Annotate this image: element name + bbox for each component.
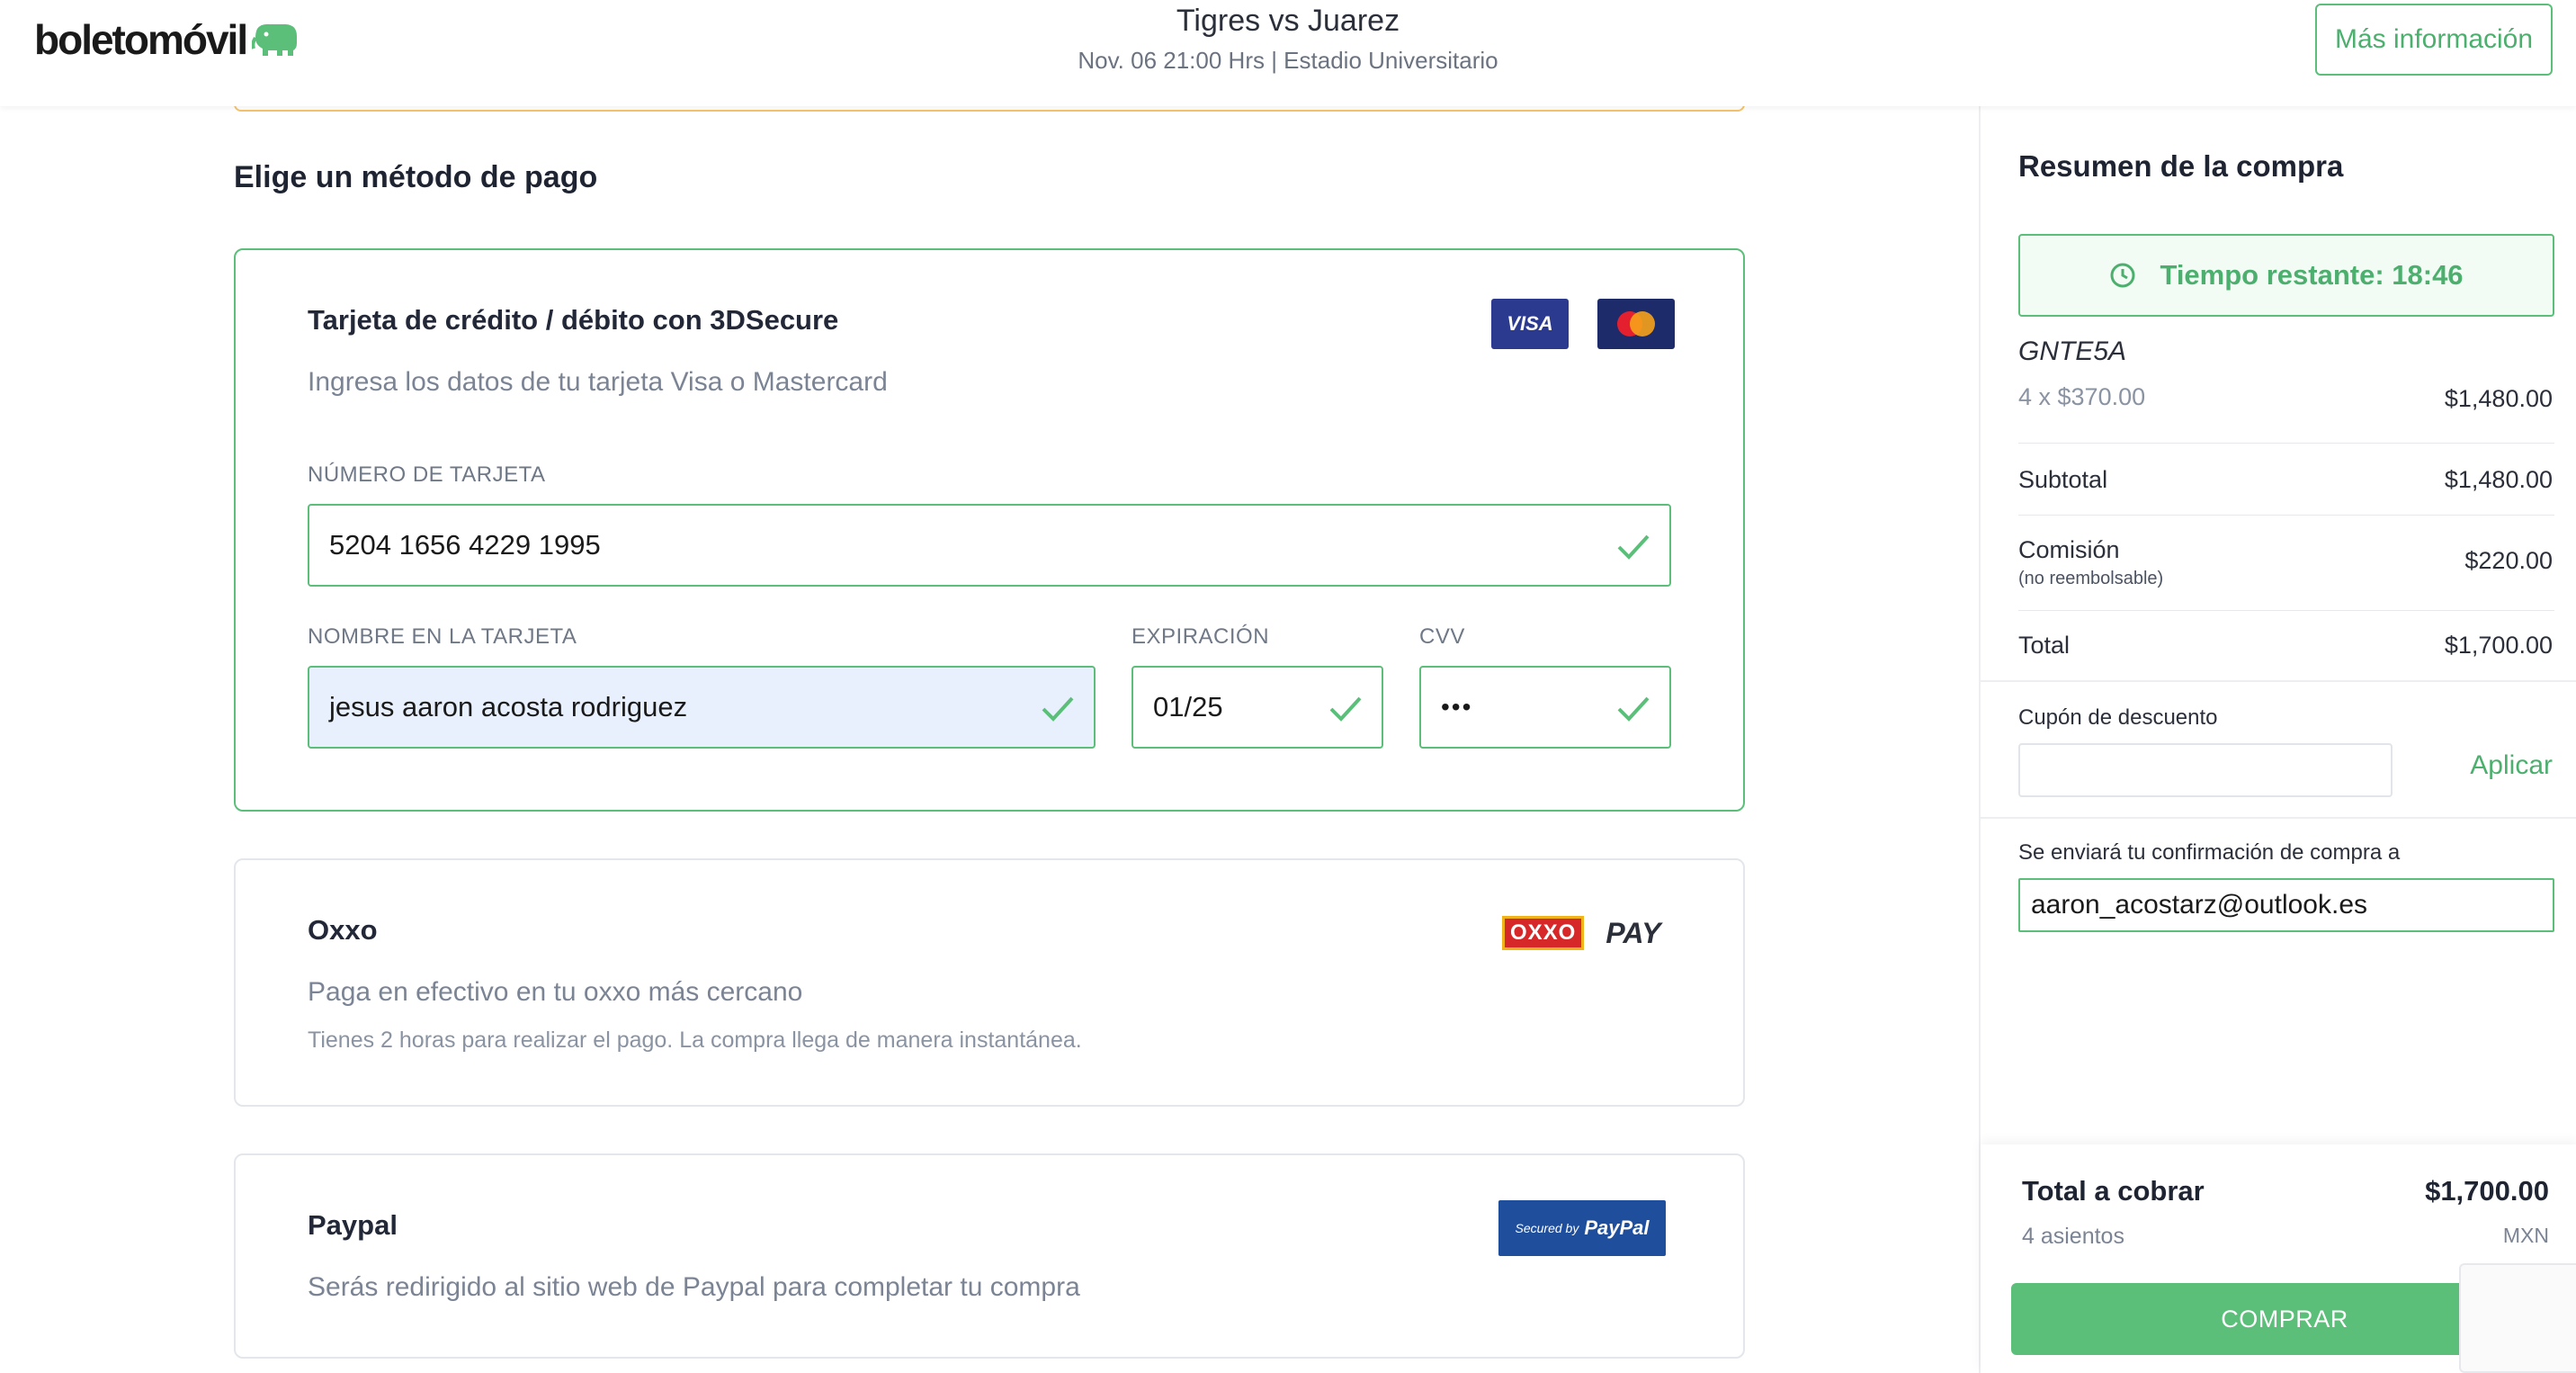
card-payment-option[interactable]: Tarjeta de crédito / débito con 3DSecure… [234, 248, 1745, 812]
card-option-title: Tarjeta de crédito / débito con 3DSecure [308, 304, 839, 336]
divider [1981, 817, 2576, 819]
cvv-input[interactable]: ••• [1419, 666, 1671, 749]
fee-note: (no reembolsable) [2018, 569, 2164, 588]
cvv-value: ••• [1441, 693, 1473, 721]
paypal-payment-option[interactable]: Paypal Serás redirigido al sitio web de … [234, 1153, 1745, 1359]
check-icon [1617, 534, 1650, 560]
more-info-button[interactable]: Más información [2315, 4, 2553, 76]
coupon-label: Cupón de descuento [2018, 705, 2218, 730]
oxxo-pay-logo: OXXO PAY [1502, 911, 1660, 956]
seat-count: 4 asientos [2022, 1224, 2124, 1249]
card-option-description: Ingresa los datos de tu tarjeta Visa o M… [308, 367, 888, 397]
charge-value: $1,700.00 [2425, 1175, 2549, 1207]
expiration-label: EXPIRACIÓN [1131, 624, 1270, 649]
card-name-value: jesus aaron acosta rodriguez [329, 691, 688, 722]
oxxo-logo-text: OXXO [1502, 916, 1585, 950]
paypal-secured-badge: Secured by PayPal [1498, 1200, 1666, 1256]
subtotal-label: Subtotal [2018, 466, 2108, 493]
fee-label: Comisión [2018, 536, 2120, 563]
divider [2018, 515, 2554, 516]
check-icon [1329, 696, 1362, 722]
paypal-option-title: Paypal [308, 1209, 398, 1241]
card-name-label: NOMBRE EN LA TARJETA [308, 624, 577, 649]
email-value: aaron_acostarz@outlook.es [2031, 890, 2368, 920]
summary-title: Resumen de la compra [2018, 149, 2344, 183]
apply-coupon-button[interactable]: Aplicar [2470, 750, 2553, 781]
visa-icon: VISA [1491, 299, 1569, 349]
ticket-amount: $1,480.00 [2444, 385, 2553, 412]
ticket-quantity: 4 x $370.00 [2018, 383, 2146, 410]
oxxo-option-title: Oxxo [308, 914, 378, 946]
card-number-value: 5204 1656 4229 1995 [329, 529, 601, 561]
subtotal-value: $1,480.00 [2444, 466, 2553, 493]
event-subtitle: Nov. 06 21:00 Hrs | Estadio Universitari… [1078, 47, 1498, 74]
oxxo-option-description: Paga en efectivo en tu oxxo más cercano [308, 977, 803, 1007]
clock-icon [2110, 263, 2135, 288]
check-icon [1042, 696, 1074, 722]
charge-label: Total a cobrar [2022, 1175, 2205, 1207]
pay-logo-text: PAY [1606, 916, 1661, 949]
confirmation-label: Se enviará tu confirmación de compra a [2018, 840, 2401, 865]
divider [2018, 610, 2554, 611]
oxxo-option-note: Tienes 2 horas para realizar el pago. La… [308, 1028, 1082, 1053]
time-remaining-text: Tiempo restante: 18:46 [2160, 259, 2464, 291]
card-number-input[interactable]: 5204 1656 4229 1995 [308, 504, 1671, 587]
top-header: boletomóvil Tigres vs Juarez Nov. 06 21:… [0, 0, 2576, 106]
mastercard-icon [1597, 299, 1675, 349]
email-input[interactable]: aaron_acostarz@outlook.es [2018, 878, 2554, 932]
total-label: Total [2018, 632, 2071, 659]
seat-zone: GNTE5A [2018, 337, 2127, 366]
fee-value: $220.00 [2464, 547, 2553, 574]
card-number-label: NÚMERO DE TARJETA [308, 462, 546, 487]
expiration-value: 01/25 [1153, 691, 1223, 722]
check-icon [1617, 696, 1650, 722]
payment-method-heading: Elige un método de pago [234, 160, 598, 194]
total-value: $1,700.00 [2444, 632, 2553, 659]
expiration-input[interactable]: 01/25 [1131, 666, 1383, 749]
recaptcha-badge[interactable] [2459, 1263, 2576, 1373]
divider [2018, 443, 2554, 444]
divider [1981, 680, 2576, 682]
purchase-summary-panel: Resumen de la compra Tiempo restante: 18… [1979, 106, 2576, 1373]
event-title: Tigres vs Juarez [1176, 4, 1400, 38]
paypal-badge-prefix: Secured by [1515, 1221, 1579, 1235]
paypal-option-description: Serás redirigido al sitio web de Paypal … [308, 1272, 1080, 1302]
cvv-label: CVV [1419, 624, 1465, 649]
coupon-input[interactable] [2018, 743, 2393, 797]
oxxo-payment-option[interactable]: Oxxo Paga en efectivo en tu oxxo más cer… [234, 858, 1745, 1107]
card-name-input[interactable]: jesus aaron acosta rodriguez [308, 666, 1096, 749]
time-remaining-box: Tiempo restante: 18:46 [2018, 234, 2554, 317]
currency-code: MXN [2502, 1224, 2549, 1247]
paypal-badge-brand: PayPal [1584, 1216, 1650, 1239]
